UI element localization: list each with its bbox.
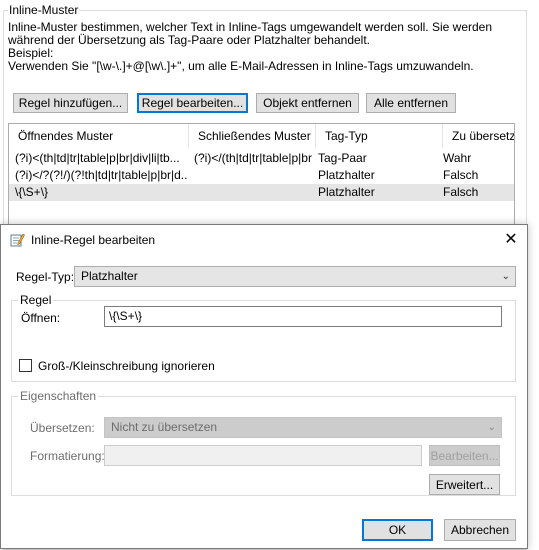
- cell-tag-type: Tag-Paar: [318, 151, 367, 165]
- table-row[interactable]: (?i)</?(?!/)(?!th|td|tr|table|p|br|d... …: [9, 167, 514, 184]
- close-icon[interactable]: ✕: [497, 228, 525, 252]
- rule-type-label: Regel-Typ:: [16, 270, 75, 284]
- rule-type-value: Platzhalter: [81, 269, 138, 283]
- description-line-4: Verwenden Sie "[\w-\.]+@[\w\.]+", um all…: [8, 59, 474, 73]
- edit-inline-rule-dialog: Inline-Regel bearbeiten ✕ Regel-Typ: Pla…: [0, 224, 528, 549]
- add-rule-button[interactable]: Regel hinzufügen...: [13, 93, 128, 113]
- rule-group-title: Regel: [18, 293, 54, 307]
- column-header-tag-type[interactable]: Tag-Typ: [316, 124, 443, 148]
- cell-translate: Falsch: [443, 168, 479, 182]
- column-header-open[interactable]: Öffnendes Muster: [9, 124, 189, 148]
- table-row[interactable]: (?i)<(th|td|tr|table|p|br|div|li|tb... (…: [9, 150, 514, 167]
- cell-open: (?i)<(th|td|tr|table|p|br|div|li|tb...: [15, 151, 180, 165]
- cell-open: \{\S+\}: [15, 185, 49, 199]
- edit-format-button[interactable]: Bearbeiten...: [429, 445, 500, 466]
- chevron-down-icon: ⌄: [501, 271, 510, 282]
- group-title: Inline-Muster: [8, 3, 80, 17]
- description-line-2: während der Übersetzung als Tag-Paare od…: [8, 33, 371, 47]
- chevron-down-icon: ⌄: [487, 422, 496, 433]
- format-label: Formatierung:: [30, 449, 105, 463]
- translate-combo[interactable]: Nicht zu übersetzen ⌄: [104, 417, 502, 438]
- remove-item-button[interactable]: Objekt entfernen: [256, 93, 359, 113]
- column-header-translate[interactable]: Zu übersetzen: [443, 124, 514, 148]
- cell-tag-type: Platzhalter: [318, 185, 375, 199]
- translate-label: Übersetzen:: [30, 421, 95, 435]
- rule-type-combo[interactable]: Platzhalter ⌄: [74, 266, 516, 287]
- cell-close: [194, 167, 312, 184]
- translate-value: Nicht zu übersetzen: [111, 420, 218, 434]
- open-label: Öffnen:: [21, 311, 61, 325]
- open-pattern-input[interactable]: \{\S+\}: [104, 306, 502, 327]
- format-input[interactable]: [104, 445, 422, 466]
- table-row-selected[interactable]: \{\S+\} Platzhalter Falsch: [9, 184, 514, 201]
- cell-tag-type: Platzhalter: [318, 168, 375, 182]
- ignore-case-checkbox[interactable]: [19, 359, 32, 372]
- cancel-button[interactable]: Abbrechen: [444, 519, 516, 541]
- cell-open: (?i)</?(?!/)(?!th|td|tr|table|p|br|d...: [15, 168, 187, 182]
- cell-close: (?i)</(th|td|tr|table|p|br|div|li|tb...: [194, 151, 312, 165]
- edit-rule-button[interactable]: Regel bearbeiten...: [137, 93, 248, 113]
- dialog-title: Inline-Regel bearbeiten: [31, 233, 156, 247]
- edit-pencil-icon: [10, 233, 25, 247]
- ok-button[interactable]: OK: [362, 519, 433, 541]
- remove-all-button[interactable]: Alle entfernen: [366, 93, 456, 113]
- column-header-close[interactable]: Schließendes Muster: [189, 124, 316, 148]
- cell-translate: Wahr: [443, 151, 472, 165]
- cell-close: [194, 184, 312, 201]
- cell-translate: Falsch: [443, 185, 479, 199]
- advanced-button[interactable]: Erweitert...: [429, 474, 500, 495]
- rule-list[interactable]: Öffnendes Muster Schließendes Muster Tag…: [8, 123, 515, 235]
- properties-group-title: Eigenschaften: [18, 389, 99, 403]
- ignore-case-label: Groß-/Kleinschreibung ignorieren: [38, 359, 215, 373]
